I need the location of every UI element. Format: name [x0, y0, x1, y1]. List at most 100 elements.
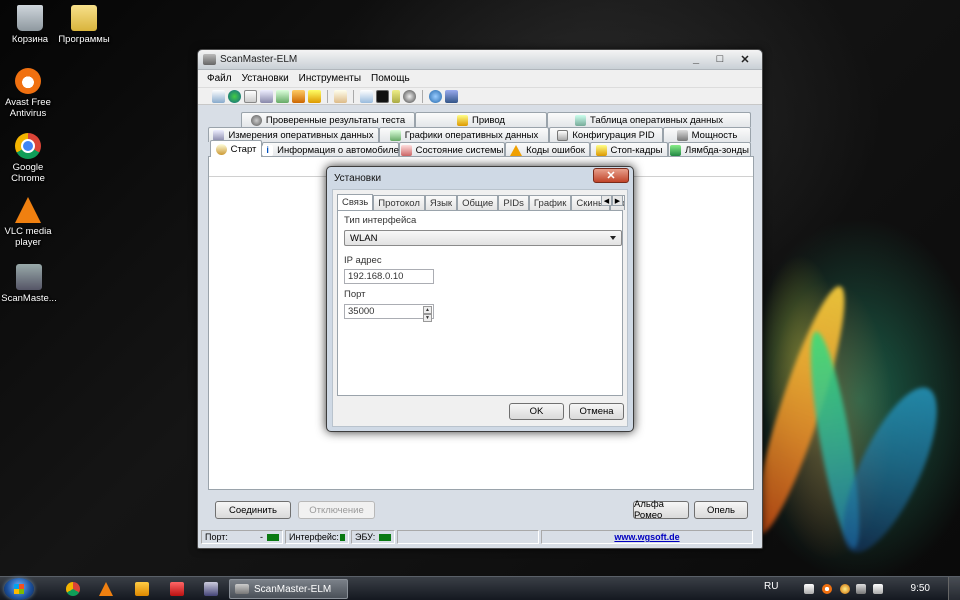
interface-type-select[interactable]: WLAN — [344, 230, 622, 246]
tab-vehicle-info[interactable]: i Информация о автомобиле — [262, 142, 399, 157]
cancel-button[interactable]: Отмена — [569, 403, 624, 420]
dialog-close-button[interactable]: ✕ — [593, 168, 629, 183]
desktop-icon-label: Avast Free Antivirus — [5, 97, 51, 119]
engine-icon[interactable] — [308, 89, 321, 103]
vlc-icon[interactable] — [99, 582, 113, 596]
terminal-icon[interactable] — [376, 89, 389, 103]
volume-icon[interactable] — [873, 584, 883, 594]
save-icon[interactable] — [204, 582, 218, 596]
wizard-icon[interactable] — [212, 89, 225, 103]
sparkle-icon[interactable] — [840, 584, 850, 594]
menu-settings[interactable]: Установки — [237, 73, 294, 84]
tab-start[interactable]: Старт — [210, 140, 262, 157]
disconnect-button[interactable]: Отключение — [298, 501, 375, 519]
alfa-romeo-button[interactable]: Альфа Ромео — [633, 499, 689, 521]
tab-freeze-frames[interactable]: Стоп-кадры — [590, 142, 668, 157]
desktop-icon-programs[interactable]: Программы — [53, 5, 115, 45]
dialog-tab-pids[interactable]: PIDs — [498, 195, 529, 210]
spin-up-icon[interactable]: ▲ — [423, 306, 432, 314]
menu-file[interactable]: Файл — [202, 73, 237, 84]
website-link[interactable]: www.wgsoft.de — [541, 530, 753, 544]
chart-icon[interactable] — [276, 89, 289, 103]
document-icon — [557, 129, 569, 141]
tab-label: Лямбда-зонды — [685, 144, 749, 156]
battery-icon[interactable] — [392, 89, 400, 103]
close-button[interactable]: ✕ — [732, 51, 758, 67]
port-label: Порт — [344, 289, 366, 300]
start-button[interactable] — [4, 578, 34, 600]
bottom-buttons: Соединить Отключение Альфа Ромео Опель — [208, 499, 754, 521]
tab-drive[interactable]: Привод — [415, 112, 547, 127]
app-grid-icon[interactable] — [135, 582, 149, 596]
tab-power[interactable]: Мощность — [663, 127, 751, 142]
spin-down-icon[interactable]: ▼ — [423, 314, 432, 322]
tab-lambda-sensors[interactable]: Лямбда-зонды — [668, 142, 751, 157]
tab-label: Старт — [230, 143, 257, 155]
tab-system-status[interactable]: Состояние системы — [399, 142, 505, 157]
tab-label: Состояние системы — [415, 144, 504, 156]
tab-pid-config[interactable]: Конфигурация PID — [549, 127, 663, 142]
language-indicator[interactable]: RU — [764, 581, 778, 592]
chrome-icon[interactable] — [66, 582, 80, 596]
desktop-icon-recycle-bin[interactable]: Корзина — [0, 5, 60, 45]
taskbar-scanmaster[interactable]: ScanMaster-ELM — [229, 579, 348, 599]
grid-icon[interactable] — [292, 89, 305, 103]
desktop-icon-vlc[interactable]: VLC media player — [0, 197, 58, 248]
opel-button[interactable]: Опель — [694, 501, 748, 519]
taskbar-task-label: ScanMaster-ELM — [254, 583, 332, 595]
desktop-icon-avast[interactable]: Avast Free Antivirus — [0, 68, 58, 119]
document-icon[interactable] — [244, 89, 257, 103]
flag-icon[interactable] — [804, 584, 814, 594]
tab-verified-results[interactable]: Проверенные результаты теста — [241, 112, 415, 127]
dialog-tab-language[interactable]: Язык — [424, 195, 458, 210]
desktop-icon-chrome[interactable]: Google Chrome — [0, 133, 58, 184]
clipboard-icon[interactable] — [334, 89, 347, 103]
connect-button[interactable]: Соединить — [215, 501, 291, 519]
minimize-button[interactable]: _ — [684, 51, 708, 67]
menu-tools[interactable]: Инструменты — [294, 73, 366, 84]
status-ecu: ЭБУ: — [351, 530, 395, 544]
tab-scroll-right-icon[interactable]: ▶ — [612, 195, 623, 206]
toolbar-separator — [422, 89, 423, 103]
dialog-tab-general[interactable]: Общие — [457, 195, 499, 210]
show-desktop-button[interactable] — [948, 577, 960, 600]
ok-button[interactable]: OK — [509, 403, 564, 420]
tab-live-data-table[interactable]: Таблица оперативных данных — [547, 112, 751, 127]
network-icon[interactable] — [856, 584, 866, 594]
info-icon[interactable] — [429, 89, 442, 103]
tab-live-data-graphs[interactable]: Графики оперативных данных — [379, 127, 549, 142]
avast-icon[interactable] — [822, 584, 832, 594]
port-stepper[interactable]: 35000 ▲ ▼ — [344, 304, 434, 322]
toolbar-separator — [327, 89, 328, 103]
tab-scroll-left-icon[interactable]: ◀ — [601, 195, 612, 206]
globe-icon[interactable] — [228, 89, 241, 103]
dialog-tab-scroller: ◀ ▶ — [601, 195, 623, 206]
desktop-icon-scanmaster[interactable]: ScanMaste... — [0, 264, 61, 304]
clock[interactable]: 9:50 — [911, 583, 930, 594]
dialog-tab-protocol[interactable]: Протокол — [373, 195, 425, 210]
chat-icon[interactable] — [360, 89, 373, 103]
menu-help[interactable]: Помощь — [366, 73, 415, 84]
interface-led — [339, 533, 345, 541]
recycle-bin-icon — [17, 5, 43, 31]
ip-address-input[interactable]: 192.168.0.10 — [344, 269, 434, 284]
exit-icon[interactable] — [445, 89, 458, 103]
connection-panel: Тип интерфейса WLAN IP адрес 192.168.0.1… — [337, 210, 623, 396]
dialog-tab-connection[interactable]: Связь — [337, 194, 374, 210]
title-bar[interactable]: ScanMaster-ELM _ □ ✕ — [198, 50, 762, 70]
port-led — [267, 533, 279, 541]
start-icon — [215, 143, 227, 155]
system-tray: RU 9:50 — [760, 577, 960, 600]
tab-label: Мощность — [691, 129, 738, 141]
table-icon[interactable] — [260, 89, 273, 103]
status-interface: Интерфейс: — [285, 530, 349, 544]
dialog-title-bar[interactable]: Установки ✕ — [327, 167, 633, 189]
media-icon[interactable] — [170, 582, 184, 596]
dialog-tab-graph[interactable]: График — [528, 195, 572, 210]
settings-icon[interactable] — [403, 89, 416, 103]
dialog-title: Установки — [334, 173, 382, 184]
desktop-icon-label: VLC media player — [4, 226, 52, 248]
tab-error-codes[interactable]: Коды ошибок — [505, 142, 590, 157]
ip-address-label: IP адрес — [344, 255, 382, 266]
maximize-button[interactable]: □ — [708, 51, 732, 67]
